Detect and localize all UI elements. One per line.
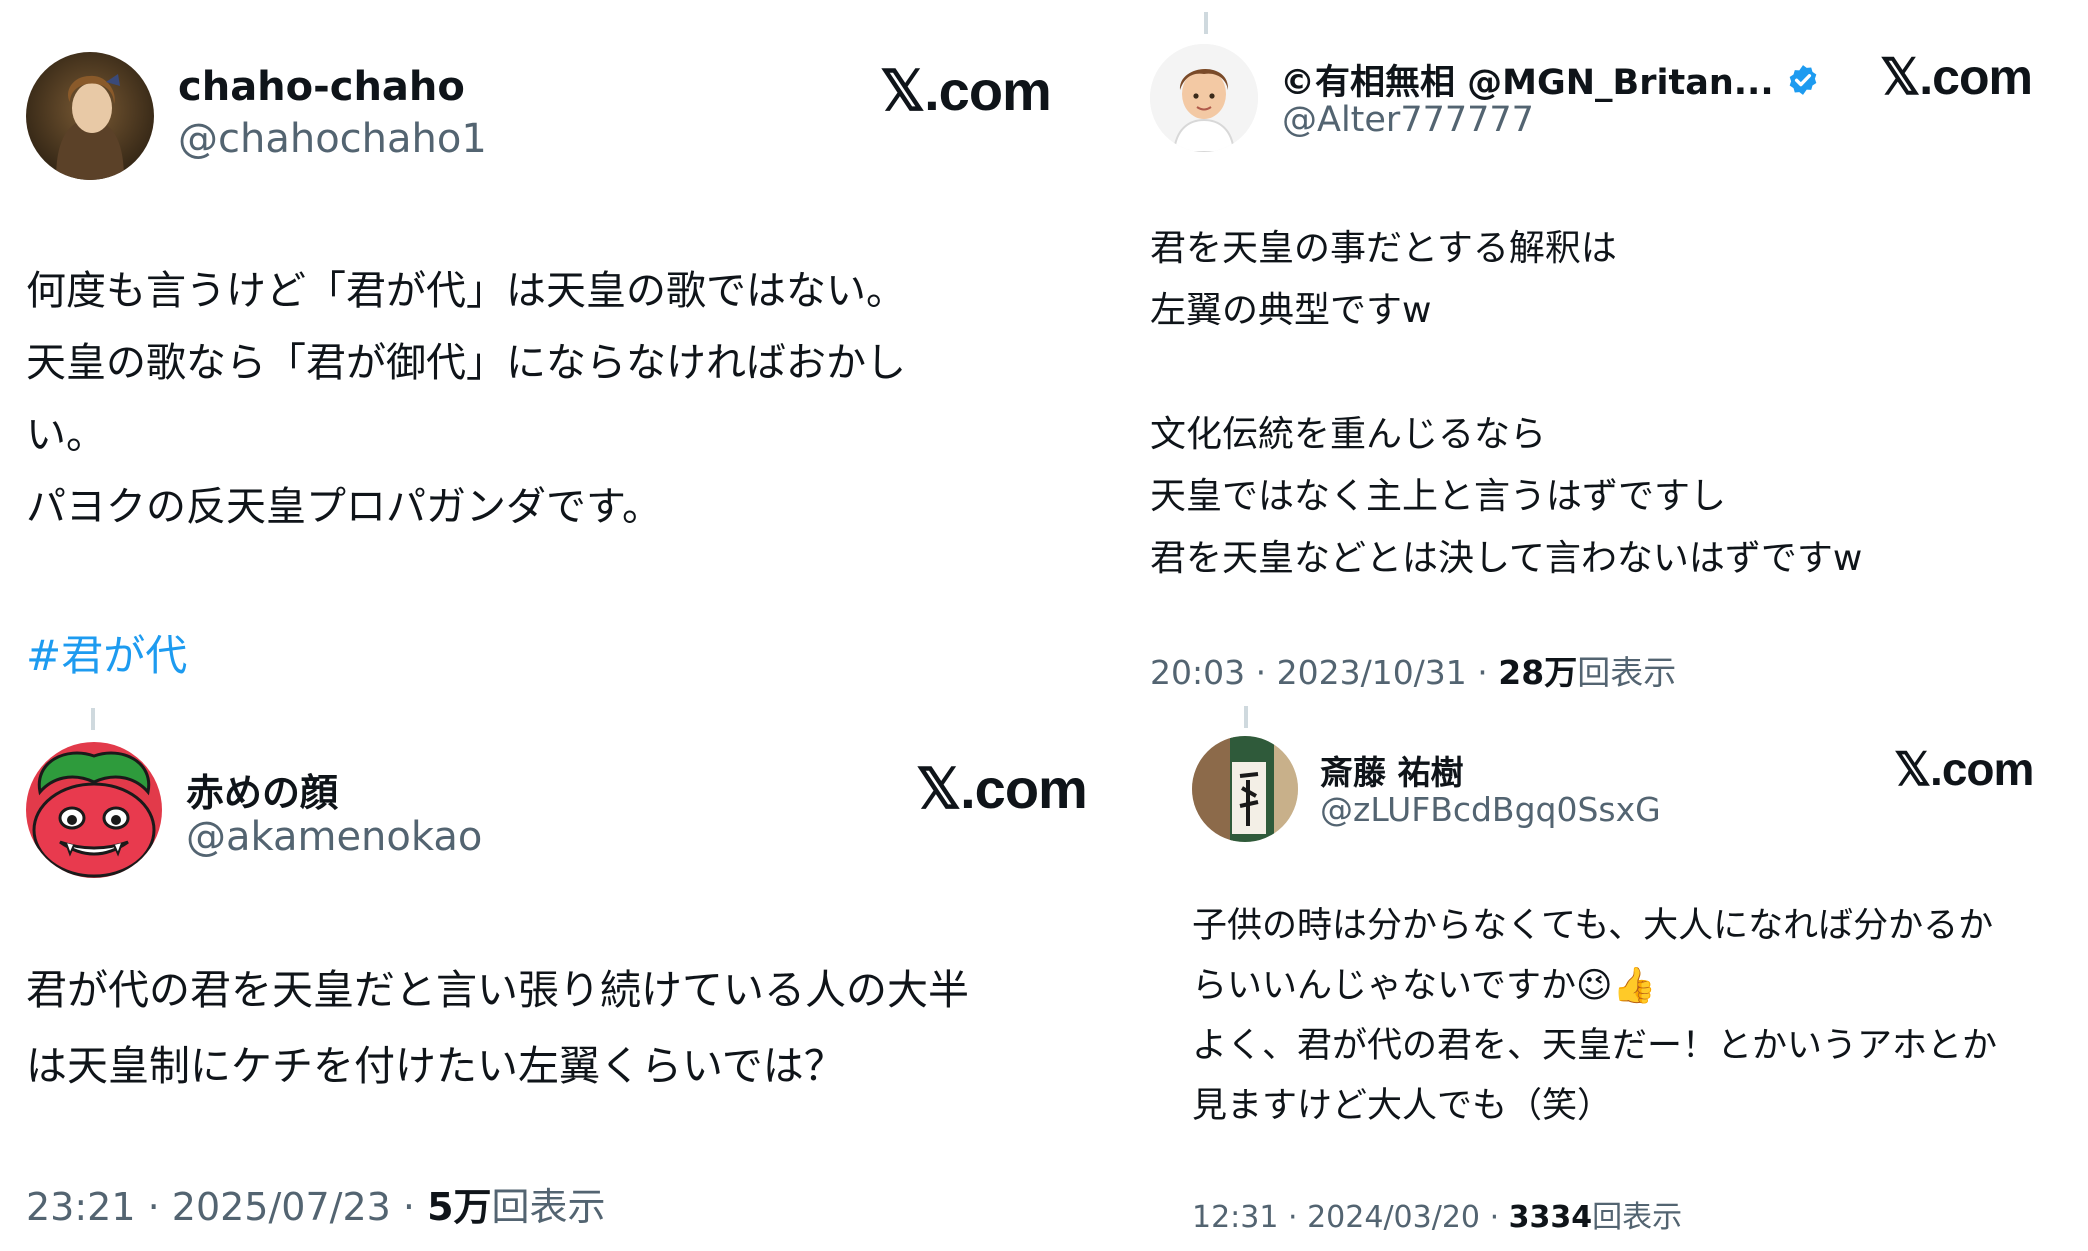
verified-badge-icon <box>1786 63 1820 106</box>
view-count: 28万 <box>1498 653 1578 692</box>
tweet-time[interactable]: 23:21 <box>26 1185 136 1229</box>
tweet-date[interactable]: 2025/07/23 <box>172 1185 391 1229</box>
tweet-date[interactable]: 2023/10/31 <box>1277 653 1467 692</box>
separator-dot: · <box>1255 653 1277 692</box>
user-handle[interactable]: @akamenokao <box>186 814 482 860</box>
x-logo: 𝕏.com <box>1894 743 2034 795</box>
tweet-text-line: 子供の時は分からなくても、大人になれば分かるか <box>1192 906 1994 946</box>
tweet-meta: 20:03 · 2023/10/31 · 28万回表示 <box>1150 646 1676 694</box>
view-count: 5万 <box>427 1185 492 1229</box>
tweet-time[interactable]: 20:03 <box>1150 653 1245 692</box>
display-name[interactable]: 赤めの顔 <box>186 762 338 817</box>
separator-dot: · <box>147 1185 172 1229</box>
tweet-text-line: 天皇ではなく主上と言うはずですし <box>1150 476 1727 517</box>
tweet-text-line: 左翼の典型ですw <box>1150 290 1432 331</box>
tweet-text-line: 見ますけど大人でも（笑） <box>1192 1086 1613 1126</box>
tweet-text-line: よく、君が代の君を、天皇だー！とかいうアホとか <box>1192 1026 1998 1066</box>
separator-dot: · <box>1477 653 1499 692</box>
tweet-text: 君が代の君を天皇だと言い張り続けている人の大半 は天皇制にケチを付けたい左翼くら… <box>26 952 969 1104</box>
tweet-text-line: 君が代の君を天皇だと言い張り続けている人の大半 <box>26 966 969 1014</box>
x-logo: 𝕏.com <box>880 59 1052 122</box>
avatar-chaho[interactable] <box>26 52 154 180</box>
views-label: 回表示 <box>1577 653 1677 692</box>
display-name[interactable]: 斎藤 祐樹 <box>1320 746 1464 794</box>
tweet-text: 子供の時は分からなくても、大人になれば分かるか らいいんじゃないですか😉👍 よく… <box>1192 896 1997 1136</box>
tweet-text-line: 天皇の歌なら「君が御代」にならなければおかし <box>26 340 906 386</box>
display-name-text[interactable]: ©有相無相 @MGN_Britan... <box>1280 63 1774 103</box>
thread-connector-line <box>1204 12 1208 34</box>
user-handle[interactable]: @chahochaho1 <box>178 116 487 162</box>
avatar-saito[interactable] <box>1192 736 1298 842</box>
thread-connector-line <box>91 708 95 730</box>
tweet-text-line: 君を天皇などとは決して言わないはずですw <box>1150 538 1863 579</box>
tweet-text-line: パヨクの反天皇プロパガンダです。 <box>26 484 662 530</box>
tweet-text-line: は天皇制にケチを付けたい左翼くらいでは？ <box>26 1042 845 1090</box>
display-name[interactable]: ©有相無相 @MGN_Britan... <box>1280 54 1820 106</box>
x-logo: 𝕏.com <box>1880 49 2033 105</box>
tweet-date[interactable]: 2024/03/20 <box>1307 1200 1480 1235</box>
tweet-text-line <box>1150 342 1862 404</box>
tweet-meta: 23:21 · 2025/07/23 · 5万回表示 <box>26 1176 606 1231</box>
avatar-akamenokao[interactable] <box>26 742 162 878</box>
tweet-text-line: い。 <box>26 412 106 458</box>
thread-connector-line <box>1244 706 1248 728</box>
user-handle[interactable]: @Alter777777 <box>1282 100 1534 140</box>
tweet-meta: 12:31 · 2024/03/20 · 3334回表示 <box>1192 1192 1682 1236</box>
tweet-text-line: 文化伝統を重んじるなら <box>1150 414 1547 455</box>
avatar-alter[interactable] <box>1150 44 1258 152</box>
view-count: 3334 <box>1508 1200 1593 1235</box>
hashtag-link[interactable]: #君が代 <box>26 622 187 683</box>
views-label: 回表示 <box>491 1185 606 1229</box>
tweet-text-line: らいいんじゃないですか😉👍 <box>1192 966 1657 1006</box>
tweet-text-line: 何度も言うけど「君が代」は天皇の歌ではない。 <box>26 268 906 314</box>
separator-dot: · <box>1489 1200 1509 1235</box>
tweet-text: 君を天皇の事だとする解釈は 左翼の典型ですw 文化伝統を重んじるなら 天皇ではな… <box>1150 218 1862 590</box>
tweet-text-line: 君を天皇の事だとする解釈は <box>1150 228 1617 269</box>
tweet-time[interactable]: 12:31 <box>1192 1200 1278 1235</box>
display-name[interactable]: chaho-chaho <box>178 64 465 110</box>
separator-dot: · <box>402 1185 428 1229</box>
x-logo: 𝕏.com <box>916 757 1088 820</box>
tweet-text: 何度も言うけど「君が代」は天皇の歌ではない。 天皇の歌なら「君が御代」にならなけ… <box>26 255 906 543</box>
views-label: 回表示 <box>1592 1200 1683 1235</box>
user-handle[interactable]: @zLUFBcdBgq0SsxG <box>1320 790 1661 829</box>
separator-dot: · <box>1288 1200 1308 1235</box>
